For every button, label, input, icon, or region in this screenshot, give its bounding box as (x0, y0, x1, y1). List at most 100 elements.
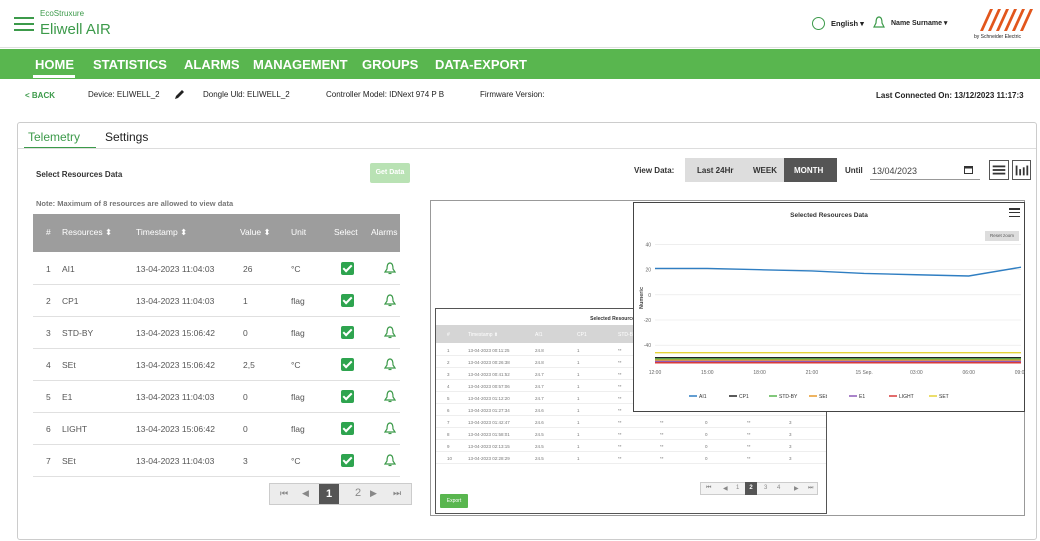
dt-cell: 1 (577, 396, 580, 401)
x-tick-label: 09:00 (1015, 370, 1025, 376)
dt-cell: 4 (447, 384, 450, 389)
dt-cell: ** (747, 432, 751, 437)
select-checkbox[interactable] (341, 358, 354, 371)
pager-page-1[interactable]: 1 (319, 484, 339, 504)
pager-first-button[interactable]: ⏮ (280, 488, 288, 499)
dt-cell: ** (660, 444, 664, 449)
pager-page-2[interactable]: 2 (355, 487, 361, 499)
dt-cell: ** (618, 396, 622, 401)
alarm-bell-icon[interactable] (384, 294, 396, 307)
dt-cell: 13-04-2023 01:58:01 (468, 432, 510, 437)
user-icon[interactable] (873, 16, 885, 30)
dt-pager-page-2[interactable]: 2 (745, 482, 757, 495)
cell-resource: AI1 (62, 264, 75, 274)
dt-cell: 7 (447, 420, 450, 425)
dongle-label: Dongle Uld: ELIWELL_2 (203, 90, 290, 99)
x-tick-label: 18:00 (753, 370, 766, 376)
nav-management[interactable]: MANAGEMENT (253, 57, 348, 72)
cell-index: 1 (46, 264, 51, 274)
cell-resource: STD-BY (62, 328, 94, 338)
view-month-button[interactable]: MONTH (794, 166, 823, 175)
cell-timestamp: 13-04-2023 11:04:03 (136, 392, 215, 402)
cell-resource: SEt (62, 360, 76, 370)
dt-cell: 1 (577, 408, 580, 413)
dt-cell: 3 (789, 456, 792, 461)
select-checkbox[interactable] (341, 294, 354, 307)
dt-cell: 1 (577, 372, 580, 377)
nav-alarms[interactable]: ALARMS (184, 57, 240, 72)
legend-item: LIGHT (899, 394, 914, 400)
calendar-icon[interactable] (964, 165, 973, 174)
select-checkbox[interactable] (341, 422, 354, 435)
alarm-bell-icon[interactable] (384, 326, 396, 339)
pager-next-button[interactable]: ▶ (370, 488, 377, 499)
alarm-bell-icon[interactable] (384, 358, 396, 371)
dt-cell: 24.5 (535, 456, 544, 461)
alarm-bell-icon[interactable] (384, 390, 396, 403)
dt-pager-page-4[interactable]: 4 (777, 485, 780, 491)
firmware-label: Firmware Version: (480, 90, 545, 99)
chart-view-icon[interactable] (1012, 160, 1031, 180)
nav-active-underline (33, 75, 75, 78)
dt-pager-page-1[interactable]: 1 (736, 485, 739, 491)
pager-prev-button[interactable]: ◀ (302, 488, 309, 499)
y-tick-label: -20 (644, 318, 651, 324)
dt-col-ai1: AI1 (535, 332, 543, 338)
dt-pager-next[interactable]: ▶ (794, 485, 799, 492)
hamburger-menu-icon[interactable] (14, 17, 34, 31)
dt-pager-prev[interactable]: ◀ (723, 485, 728, 492)
x-tick-label: 06:00 (962, 370, 975, 376)
nav-groups[interactable]: GROUPS (362, 57, 418, 72)
nav-data-export[interactable]: DATA-EXPORT (435, 57, 527, 72)
view-week-button[interactable]: WEEK (753, 166, 777, 175)
dt-pager-last[interactable]: ⏭ (808, 485, 813, 492)
select-checkbox[interactable] (341, 262, 354, 275)
col-resources[interactable]: Resources ⬍ (62, 227, 112, 238)
select-checkbox[interactable] (341, 390, 354, 403)
chart-menu-icon[interactable] (1009, 208, 1020, 218)
line-chart[interactable]: 40 20 0 -20 -40 12:00 15:00 18:00 21:00 15 Sep. 03… (633, 202, 1025, 412)
tab-settings[interactable]: Settings (105, 130, 148, 144)
language-select[interactable]: English ▾ (831, 19, 864, 28)
col-value[interactable]: Value ⬍ (240, 227, 271, 238)
reset-zoom-button[interactable]: Reset zoom (985, 231, 1019, 241)
view-last24hr-button[interactable]: Last 24Hr (697, 166, 733, 175)
alarm-bell-icon[interactable] (384, 422, 396, 435)
dt-cell: 13-04-2023 00:57:06 (468, 384, 510, 389)
dt-cell: 2 (447, 360, 450, 365)
dt-col-cp1: CP1 (577, 332, 587, 338)
select-checkbox[interactable] (341, 326, 354, 339)
dt-cell: 24.6 (535, 408, 544, 413)
nav-statistics[interactable]: STATISTICS (93, 57, 167, 72)
col-timestamp[interactable]: Timestamp ⬍ (136, 227, 187, 238)
export-button[interactable]: Export (440, 494, 468, 508)
tab-telemetry[interactable]: Telemetry (28, 130, 80, 144)
table-view-icon[interactable] (989, 160, 1009, 180)
back-link[interactable]: < BACK (25, 91, 55, 100)
dt-cell: ** (618, 432, 622, 437)
get-data-button[interactable]: Get Data (370, 163, 410, 183)
edit-pencil-icon[interactable] (173, 88, 186, 101)
cell-index: 3 (46, 328, 51, 338)
globe-icon[interactable] (812, 17, 825, 30)
alarm-bell-icon[interactable] (384, 454, 396, 467)
dt-cell: 24.7 (535, 384, 544, 389)
dt-pager-page-3[interactable]: 3 (764, 485, 767, 491)
cell-unit: °C (291, 456, 301, 466)
nav-home[interactable]: HOME (35, 57, 74, 72)
dt-cell: 13-04-2023 00:11:25 (468, 348, 510, 353)
dt-cell: ** (618, 408, 622, 413)
select-checkbox[interactable] (341, 454, 354, 467)
y-tick-label: 40 (645, 243, 651, 249)
dt-pager-first[interactable]: ⏮ (706, 485, 711, 492)
dt-cell: 13-04-2023 01:27:34 (468, 408, 510, 413)
pager-last-button[interactable]: ⏭ (393, 488, 401, 499)
dt-cell: 1 (577, 360, 580, 365)
cell-index: 7 (46, 456, 51, 466)
user-menu[interactable]: Name Surname ▾ (891, 19, 947, 27)
dt-cell: ** (618, 444, 622, 449)
alarm-bell-icon[interactable] (384, 262, 396, 275)
dt-cell: 13-04-2023 02:13:15 (468, 444, 510, 449)
resources-pager (269, 483, 412, 505)
dt-col-timestamp[interactable]: Timestamp ⬍ (468, 332, 498, 338)
